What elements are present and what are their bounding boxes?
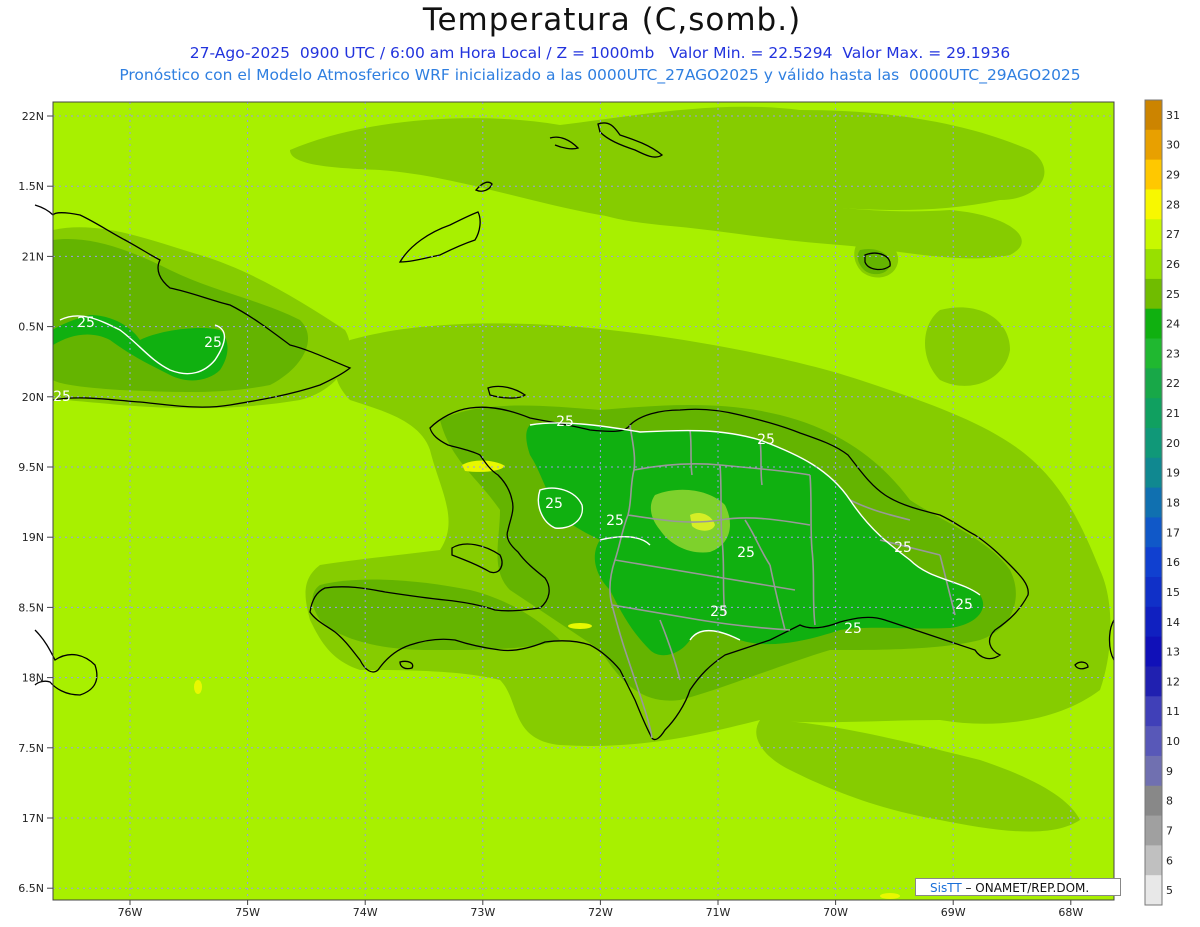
lon-label: 72W [588,906,613,919]
contour-label: 25 [77,315,95,331]
colorbar-label: 30 [1166,139,1180,152]
colorbar-label: 9 [1166,765,1173,778]
colorbar-label: 23 [1166,347,1180,360]
colorbar-label: 15 [1166,586,1180,599]
colorbar-swatch [1145,427,1162,459]
lat-label: 0.5N [18,321,44,334]
colorbar-swatch [1145,338,1162,369]
lat-label: 17N [22,812,44,825]
colorbar-label: 25 [1166,288,1180,301]
lat-label: 21N [22,250,44,263]
colorbar-swatch [1145,308,1162,340]
colorbar-swatch [1145,517,1162,548]
colorbar-swatch [1145,577,1162,608]
colorbar-label: 22 [1166,377,1180,390]
colorbar-swatch [1145,666,1162,697]
colorbar-label: 13 [1166,646,1180,659]
colorbar-swatch [1145,696,1162,727]
colorbar-swatch [1145,368,1162,399]
colorbar-label: 24 [1166,318,1180,331]
colorbar-label: 14 [1166,616,1180,629]
lat-label: 6.5N [18,882,44,895]
colorbar-label: 21 [1166,407,1180,420]
temperature-map: 22N 1.5N 21N 0.5N 20N 9.5N 19N 8.5N 18N 7.5N 17N 6.… [18,99,1180,919]
contour-label: 25 [556,414,574,430]
colorbar-swatch [1145,606,1162,638]
colorbar-swatch [1145,636,1162,667]
colorbar-label: 19 [1166,467,1180,480]
lat-label: 20N [22,391,44,404]
colorbar-label: 27 [1166,228,1180,241]
colorbar-label: 20 [1166,437,1180,450]
lon-label: 68W [1058,906,1083,919]
colorbar-label: 28 [1166,198,1180,211]
contour-label: 25 [955,597,973,613]
lat-label: 7.5N [18,742,44,755]
lon-label: 73W [470,906,495,919]
contour-label: 25 [757,432,775,448]
lat-label: 19N [22,531,44,544]
lon-label: 71W [706,906,731,919]
colorbar-label: 7 [1166,824,1173,837]
longitude-labels: 76W 75W 74W 73W 72W 71W 70W 69W 68W [118,900,1083,919]
colorbar-label: 17 [1166,526,1180,539]
colorbar-swatch [1145,159,1162,190]
colorbar-label: 26 [1166,258,1180,271]
colorbar-swatch [1145,278,1162,310]
contour-label: 25 [710,604,728,620]
colorbar-swatch [1145,815,1162,846]
colorbar-swatch [1145,100,1162,131]
contour-label: 25 [844,621,862,637]
colorbar-swatch [1145,726,1162,757]
colorbar-label: 11 [1166,705,1180,718]
colorbar-label: 29 [1166,169,1180,182]
colorbar-label: 10 [1166,735,1180,748]
contour-label: 25 [204,335,222,351]
credit-box: SisTT – ONAMET/REP.DOM. [915,878,1121,896]
credit-text: – ONAMET/REP.DOM. [965,881,1090,895]
colorbar-swatch [1145,249,1162,280]
contour-label: 25 [545,496,563,512]
colorbar-swatch [1145,875,1162,906]
lon-label: 70W [823,906,848,919]
colorbar-label: 8 [1166,795,1173,808]
colorbar: 31 30 29 28 27 26 25 24 23 22 21 20 19 18 17 16 15 14 13 12… [1144,99,1180,906]
colorbar-swatch [1145,785,1162,817]
colorbar-label: 5 [1166,884,1173,897]
colorbar-swatch [1145,219,1162,250]
lat-label: 9.5N [18,461,44,474]
colorbar-swatch [1145,129,1162,161]
colorbar-swatch [1145,398,1162,429]
lat-label: 8.5N [18,601,44,614]
colorbar-swatch [1145,755,1162,787]
colorbar-label: 6 [1166,854,1173,867]
colorbar-label: 16 [1166,556,1180,569]
lat-label: 1.5N [18,180,44,193]
lon-label: 74W [353,906,378,919]
latitude-labels: 22N 1.5N 21N 0.5N 20N 9.5N 19N 8.5N 18N 7.5N 17N 6.… [18,110,53,895]
colorbar-swatch [1145,487,1162,518]
lon-label: 69W [941,906,966,919]
sispi-logo: SisTT [930,881,962,895]
lat-label: 18N [22,672,44,685]
colorbar-label: 18 [1166,497,1180,510]
contour-label: 25 [737,545,755,561]
colorbar-swatch [1145,845,1162,876]
contour-label: 25 [53,389,71,405]
colorbar-label: 31 [1166,109,1180,122]
contour-label: 25 [606,513,624,529]
colorbar-swatch [1145,189,1162,220]
lon-label: 76W [118,906,143,919]
colorbar-swatch [1145,547,1162,578]
contour-label: 25 [894,540,912,556]
lat-label: 22N [22,110,44,123]
colorbar-swatch [1145,457,1162,489]
lon-label: 75W [235,906,260,919]
colorbar-label: 12 [1166,675,1180,688]
